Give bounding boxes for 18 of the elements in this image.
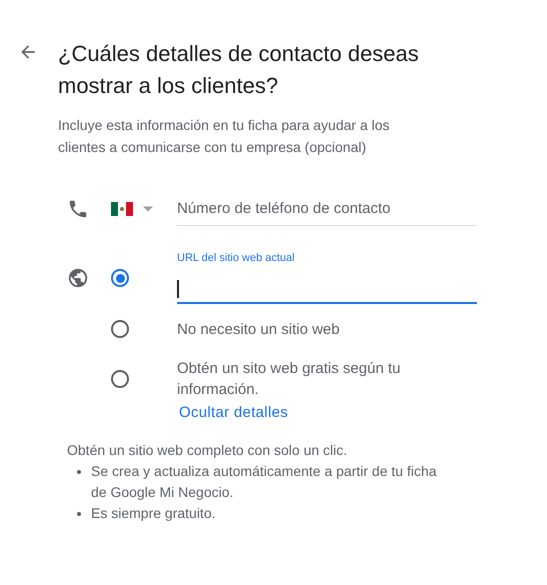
hide-details-link[interactable]: Ocultar detalles (179, 404, 288, 421)
page-subtitle: Incluye esta información en tu ficha para ayudar a los clientes a comunicarse con tu empresa (opcional) (58, 116, 391, 157)
bullet-icon (77, 512, 81, 516)
radio-button[interactable] (111, 320, 129, 338)
radio-button[interactable] (111, 370, 129, 388)
globe-icon (67, 267, 89, 289)
page-title: ¿Cuáles detalles de contacto deseas mostrar a los clientes? (58, 40, 420, 100)
phone-icon (67, 198, 89, 220)
dropdown-caret-icon[interactable] (143, 206, 153, 212)
bullet-text: Es siempre gratuito. (91, 504, 216, 523)
bullet-text: Se crea y actualiza automáticamente a partir de tu ficha de Google Mi Negocio. (91, 462, 438, 502)
bullet-icon (77, 470, 81, 474)
url-input-field[interactable]: URL del sitio web actual (177, 252, 477, 304)
radio-button[interactable] (111, 269, 129, 287)
info-text: Obtén un sitio web completo con solo un clic. (67, 441, 348, 460)
option-label: Obtén un sito web gratis según tu información. (177, 359, 402, 400)
option-label: No necesito un sitio web (177, 320, 341, 340)
flag-icon[interactable] (111, 202, 133, 216)
